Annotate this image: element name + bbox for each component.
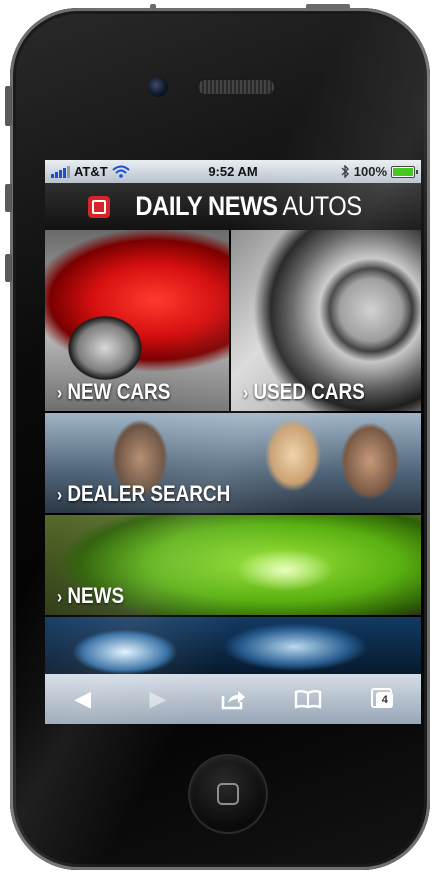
top-notch bbox=[150, 4, 156, 10]
battery-icon bbox=[391, 165, 418, 178]
tile-used-cars-label: › USED CARS bbox=[243, 379, 365, 404]
chevron-right-icon: › bbox=[57, 485, 63, 505]
tile-news[interactable]: › NEWS bbox=[45, 515, 421, 615]
share-button[interactable] bbox=[213, 683, 253, 715]
status-bar: AT&T 9:52 AM 100% bbox=[45, 160, 421, 183]
bluetooth-icon bbox=[341, 165, 349, 178]
tile-new-cars-label: › NEW CARS bbox=[57, 379, 171, 404]
forward-button[interactable]: ▶ bbox=[138, 683, 178, 715]
browser-toolbar: ◀ ▶ 4 bbox=[45, 674, 421, 724]
volume-up-button bbox=[5, 184, 12, 212]
screen: AT&T 9:52 AM 100% DAILY NEWS AUTOS › NEW … bbox=[45, 160, 421, 724]
tile-dealer-search-label: › DEALER SEARCH bbox=[57, 481, 231, 506]
tabs-pages-icon: 4 bbox=[371, 688, 395, 710]
tile-partial-next[interactable] bbox=[45, 617, 421, 674]
home-button[interactable] bbox=[190, 756, 266, 832]
battery-percent: 100% bbox=[353, 164, 387, 179]
brand-title: DAILY NEWS AUTOS bbox=[135, 191, 363, 222]
chevron-right-icon: › bbox=[57, 587, 63, 607]
brand-bold: DAILY NEWS bbox=[135, 191, 279, 221]
tile-news-label: › NEWS bbox=[57, 583, 125, 608]
brand-light: AUTOS bbox=[282, 191, 363, 221]
app-header[interactable]: DAILY NEWS AUTOS bbox=[45, 183, 421, 230]
sleep-button bbox=[306, 4, 350, 10]
battery-group: 100% bbox=[341, 164, 418, 179]
bookmarks-button[interactable] bbox=[288, 683, 328, 715]
share-icon bbox=[221, 691, 245, 710]
chevron-right-icon: › bbox=[57, 383, 63, 403]
forward-arrow-icon: ▶ bbox=[149, 686, 167, 711]
tabs-count: 4 bbox=[376, 692, 394, 708]
tile-dealer-search[interactable]: › DEALER SEARCH bbox=[45, 413, 421, 513]
back-button[interactable]: ◀ bbox=[63, 683, 103, 715]
tile-new-cars[interactable]: › NEW CARS bbox=[45, 230, 229, 411]
mute-switch bbox=[5, 86, 12, 126]
home-square-icon bbox=[217, 783, 239, 805]
daily-news-logo-icon bbox=[88, 195, 111, 218]
earpiece-speaker bbox=[198, 80, 274, 94]
tabs-button[interactable]: 4 bbox=[363, 683, 403, 715]
volume-down-button bbox=[5, 254, 12, 282]
bookmarks-book-icon bbox=[294, 690, 322, 709]
chevron-right-icon: › bbox=[243, 383, 249, 403]
tile-used-cars[interactable]: › USED CARS bbox=[231, 230, 421, 411]
front-camera bbox=[148, 77, 168, 97]
back-arrow-icon: ◀ bbox=[74, 686, 92, 711]
